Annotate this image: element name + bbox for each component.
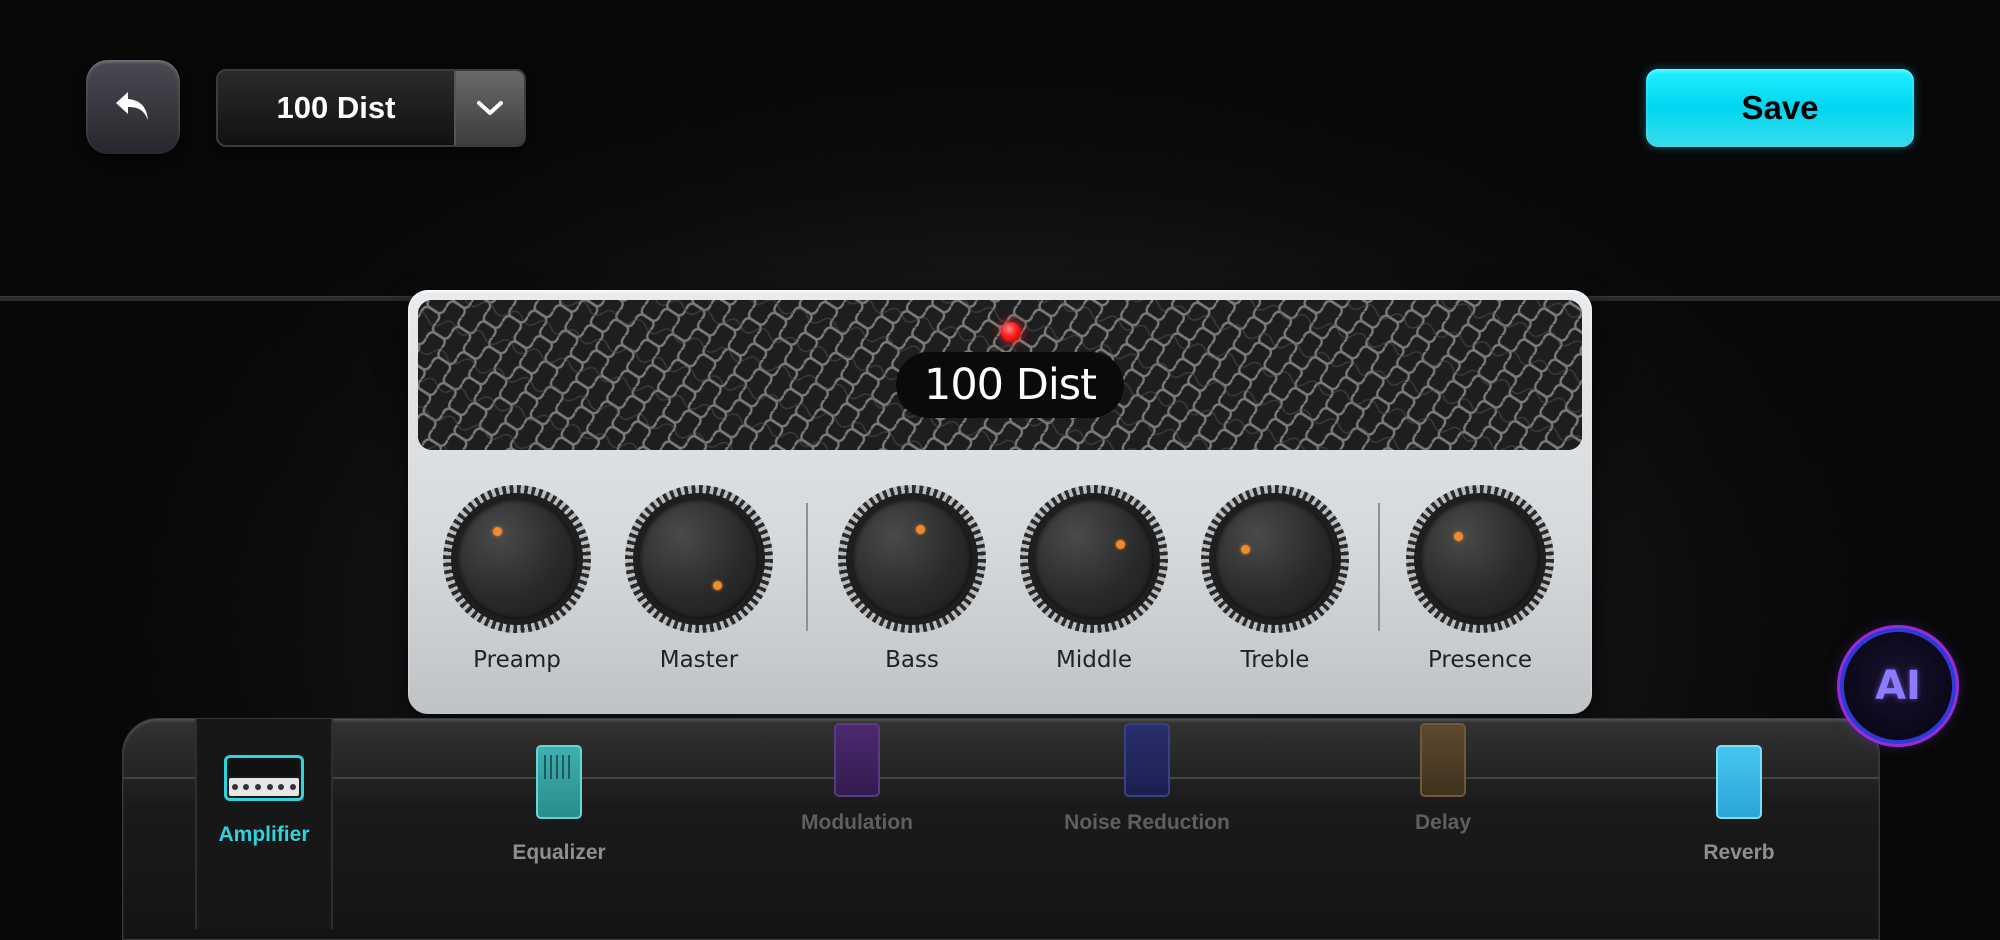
- knob-master-group: Master: [625, 485, 773, 673]
- undo-arrow-icon: [116, 92, 148, 120]
- amp-model-name: 100 Dist: [896, 352, 1124, 418]
- tray-label: Equalizer: [512, 841, 606, 864]
- knob-bass-group: Bass: [838, 485, 986, 673]
- tray-item-equalizer[interactable]: Equalizer: [481, 745, 637, 865]
- noise-reduction-pedal-icon: [1124, 723, 1170, 797]
- tray-label: Amplifier: [218, 823, 310, 846]
- presence-knob[interactable]: [1406, 485, 1554, 633]
- knob-label: Master: [659, 647, 739, 673]
- effects-tray: Amplifier Equalizer Modulation Noise Red…: [122, 718, 1880, 940]
- knob-divider: [806, 503, 808, 631]
- tray-label: Reverb: [1703, 841, 1775, 864]
- modulation-pedal-icon: [834, 723, 880, 797]
- knob-preamp-group: Preamp: [443, 485, 591, 673]
- save-button[interactable]: Save: [1646, 69, 1914, 147]
- tray-item-modulation[interactable]: Modulation: [787, 723, 927, 835]
- speaker-grille: 100 Dist: [418, 300, 1582, 450]
- knob-label: Bass: [885, 647, 939, 673]
- ai-assistant-button[interactable]: AI: [1844, 632, 1952, 740]
- equalizer-pedal-icon: [536, 745, 582, 819]
- tray-item-reverb[interactable]: Reverb: [1669, 745, 1809, 865]
- preset-dropdown[interactable]: 100 Dist: [216, 69, 526, 147]
- middle-knob[interactable]: [1020, 485, 1168, 633]
- tray-rail: [123, 777, 1879, 779]
- knob-middle-group: Middle: [1020, 485, 1168, 673]
- preset-name: 100 Dist: [276, 90, 396, 125]
- knob-row: Preamp Master Bass Middle Treble Presenc…: [408, 485, 1592, 695]
- preamp-knob[interactable]: [443, 485, 591, 633]
- knob-label: Treble: [1240, 647, 1310, 673]
- tray-item-noise-reduction[interactable]: Noise Reduction: [1051, 723, 1243, 835]
- chevron-down-icon[interactable]: [454, 71, 524, 145]
- knob-label: Presence: [1427, 647, 1533, 673]
- tray-item-delay[interactable]: Delay: [1373, 723, 1513, 835]
- knob-treble-group: Treble: [1201, 485, 1349, 673]
- bass-knob[interactable]: [838, 485, 986, 633]
- knob-label: Middle: [1056, 647, 1132, 673]
- master-knob[interactable]: [625, 485, 773, 633]
- back-button[interactable]: [86, 60, 180, 154]
- tray-label: Noise Reduction: [1064, 811, 1230, 834]
- tray-item-amplifier[interactable]: Amplifier: [195, 719, 333, 929]
- amplifier-panel: 100 Dist Preamp Master Bass Middle Trebl…: [408, 290, 1592, 714]
- treble-knob[interactable]: [1201, 485, 1349, 633]
- knob-presence-group: Presence: [1406, 485, 1554, 673]
- ai-label: AI: [1875, 663, 1921, 709]
- reverb-pedal-icon: [1716, 745, 1762, 819]
- amplifier-icon: [224, 755, 304, 801]
- delay-pedal-icon: [1420, 723, 1466, 797]
- knob-divider: [1378, 503, 1380, 631]
- tray-label: Modulation: [801, 811, 913, 834]
- tray-label: Delay: [1414, 811, 1472, 834]
- knob-label: Preamp: [473, 647, 561, 673]
- power-led: [1001, 322, 1021, 342]
